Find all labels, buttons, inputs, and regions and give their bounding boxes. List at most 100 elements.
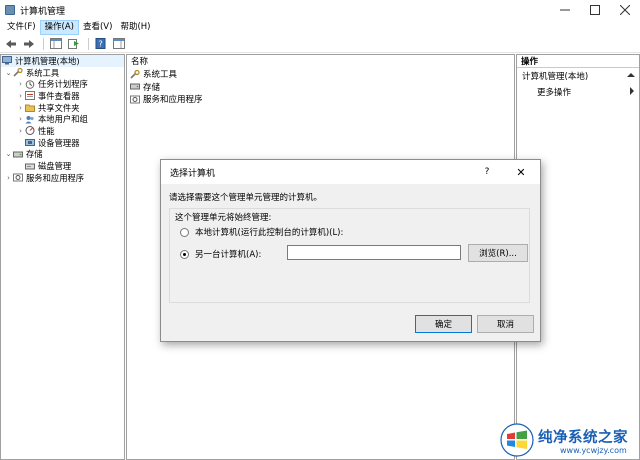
tree-item-label: 性能 (38, 125, 55, 136)
another-computer-radio[interactable] (180, 249, 189, 259)
tree-item-label: 计算机管理(本地) (15, 55, 80, 66)
tree-item-services-apps[interactable]: › 服务和应用程序 (1, 172, 124, 184)
help-button[interactable]: ? (93, 37, 109, 51)
watermark-url: www.ycwjzy.com (560, 445, 627, 455)
list-item-label: 系统工具 (143, 70, 178, 81)
expand-icon[interactable]: › (16, 92, 25, 100)
more-actions-item[interactable]: 更多操作 (517, 84, 639, 100)
tree-item-label: 服务和应用程序 (26, 172, 85, 183)
tree-item-label: 系统工具 (26, 67, 60, 78)
console-tree-icon (50, 38, 62, 49)
tree-item-performance[interactable]: › 性能 (1, 125, 124, 137)
expand-icon[interactable]: › (4, 174, 13, 182)
computer-management-icon (5, 5, 15, 15)
menu-help[interactable]: 帮助(H) (116, 20, 154, 35)
window-controls (550, 0, 640, 20)
forward-arrow-icon (24, 39, 34, 48)
computer-name-input[interactable] (287, 245, 461, 260)
back-button[interactable] (3, 37, 19, 51)
tree-item-label: 存储 (26, 149, 43, 160)
clock-icon (25, 79, 35, 89)
export-icon (68, 39, 79, 49)
export-list-button[interactable] (66, 37, 82, 51)
tree-item-root[interactable]: 计算机管理(本地) (1, 55, 124, 67)
event-viewer-icon (25, 91, 35, 101)
minimize-icon (560, 9, 570, 11)
tree-item-shared-folders[interactable]: › 共享文件夹 (1, 102, 124, 114)
show-hide-tree-button[interactable] (48, 37, 64, 51)
list-item-system-tools[interactable]: 系统工具 (127, 68, 514, 81)
cancel-button[interactable]: 取消 (477, 315, 534, 333)
close-icon (620, 5, 630, 15)
collapse-icon[interactable]: ⌄ (4, 69, 13, 77)
shared-folder-icon (25, 103, 35, 113)
local-computer-option[interactable]: 本地计算机(运行此控制台的计算机)(L): (180, 226, 343, 238)
menu-bar: 文件(F) 操作(A) 查看(V) 帮助(H) (0, 20, 640, 35)
storage-icon (13, 150, 23, 159)
actions-header: 操作 (517, 55, 639, 68)
dialog-help-button[interactable]: ? (480, 160, 494, 184)
maximize-button[interactable] (580, 0, 610, 20)
toolbar-separator (43, 37, 44, 50)
local-computer-radio[interactable] (180, 227, 189, 237)
target-computer-group: 这个管理单元将始终管理: 本地计算机(运行此控制台的计算机)(L): 另一台计算… (169, 208, 530, 303)
list-item-label: 存储 (143, 82, 161, 93)
collapse-icon[interactable]: ⌄ (4, 150, 13, 158)
watermark-title: 纯净系统之家 (538, 429, 628, 446)
select-computer-dialog: 选择计算机 ? ✕ 请选择需要这个管理单元管理的计算机。 这个管理单元将始终管理… (160, 159, 541, 342)
tree-item-label: 事件查看器 (38, 90, 80, 101)
dialog-title-bar: 选择计算机 ? ✕ (161, 160, 540, 184)
local-computer-label: 本地计算机(运行此控制台的计算机)(L): (195, 228, 344, 238)
expand-icon[interactable]: › (16, 104, 25, 112)
site-watermark: 纯净系统之家 www.ycwjzy.com (500, 420, 640, 460)
list-item-storage[interactable]: 存储 (127, 81, 514, 94)
tree-item-system-tools[interactable]: ⌄ 系统工具 (1, 67, 124, 79)
disk-icon (25, 162, 35, 171)
menu-file[interactable]: 文件(F) (3, 20, 40, 35)
toolbar-separator (88, 37, 89, 50)
performance-icon (25, 126, 35, 136)
browse-button[interactable]: 浏览(R)... (468, 244, 528, 262)
submenu-arrow-icon (629, 86, 635, 98)
console-tree-pane: 计算机管理(本地) ⌄ 系统工具 › 任务计划程序 › 事件查看器 › 共享文件… (0, 54, 125, 460)
tree-item-device-manager[interactable]: 设备管理器 (1, 137, 124, 149)
menu-view[interactable]: 查看(V) (79, 20, 116, 35)
tree-item-local-users[interactable]: › 本地用户和组 (1, 113, 124, 125)
show-hide-action-pane-button[interactable] (111, 37, 127, 51)
collapse-up-icon[interactable] (627, 71, 635, 81)
actions-section-label: 计算机管理(本地) (522, 72, 589, 82)
tree-item-label: 设备管理器 (38, 137, 80, 148)
tree-item-event-viewer[interactable]: › 事件查看器 (1, 90, 124, 102)
storage-icon (130, 82, 140, 91)
group-title: 这个管理单元将始终管理: (175, 213, 272, 223)
users-icon (25, 115, 35, 124)
menu-action[interactable]: 操作(A) (39, 20, 79, 35)
tree-item-label: 任务计划程序 (38, 79, 88, 90)
svg-text:?: ? (99, 40, 103, 49)
minimize-button[interactable] (550, 0, 580, 20)
another-computer-option[interactable]: 另一台计算机(A): (180, 248, 261, 260)
actions-section-computer-management[interactable]: 计算机管理(本地) (517, 68, 639, 84)
more-actions-label: 更多操作 (537, 88, 572, 98)
list-item-services-apps[interactable]: 服务和应用程序 (127, 93, 514, 106)
close-button[interactable] (610, 0, 640, 20)
expand-icon[interactable]: › (16, 127, 25, 135)
expand-icon[interactable]: › (16, 80, 25, 88)
back-arrow-icon (6, 39, 16, 48)
tools-icon (130, 69, 140, 79)
window-title: 计算机管理 (20, 6, 66, 17)
ok-button[interactable]: 确定 (415, 315, 472, 333)
expand-icon[interactable]: › (16, 115, 25, 123)
name-column-header[interactable]: 名称 (127, 55, 514, 68)
forward-button[interactable] (21, 37, 37, 51)
device-manager-icon (25, 138, 35, 147)
action-pane-icon (113, 38, 125, 49)
tree-item-task-scheduler[interactable]: › 任务计划程序 (1, 78, 124, 90)
help-book-icon: ? (95, 38, 106, 49)
watermark-text: 纯净系统之家 www.ycwjzy.com (538, 426, 628, 455)
dialog-close-button[interactable]: ✕ (512, 160, 530, 184)
tree-item-disk-management[interactable]: 磁盘管理 (1, 160, 124, 172)
computer-management-icon (2, 56, 12, 65)
tree-item-storage[interactable]: ⌄ 存储 (1, 149, 124, 161)
tools-icon (13, 68, 23, 77)
